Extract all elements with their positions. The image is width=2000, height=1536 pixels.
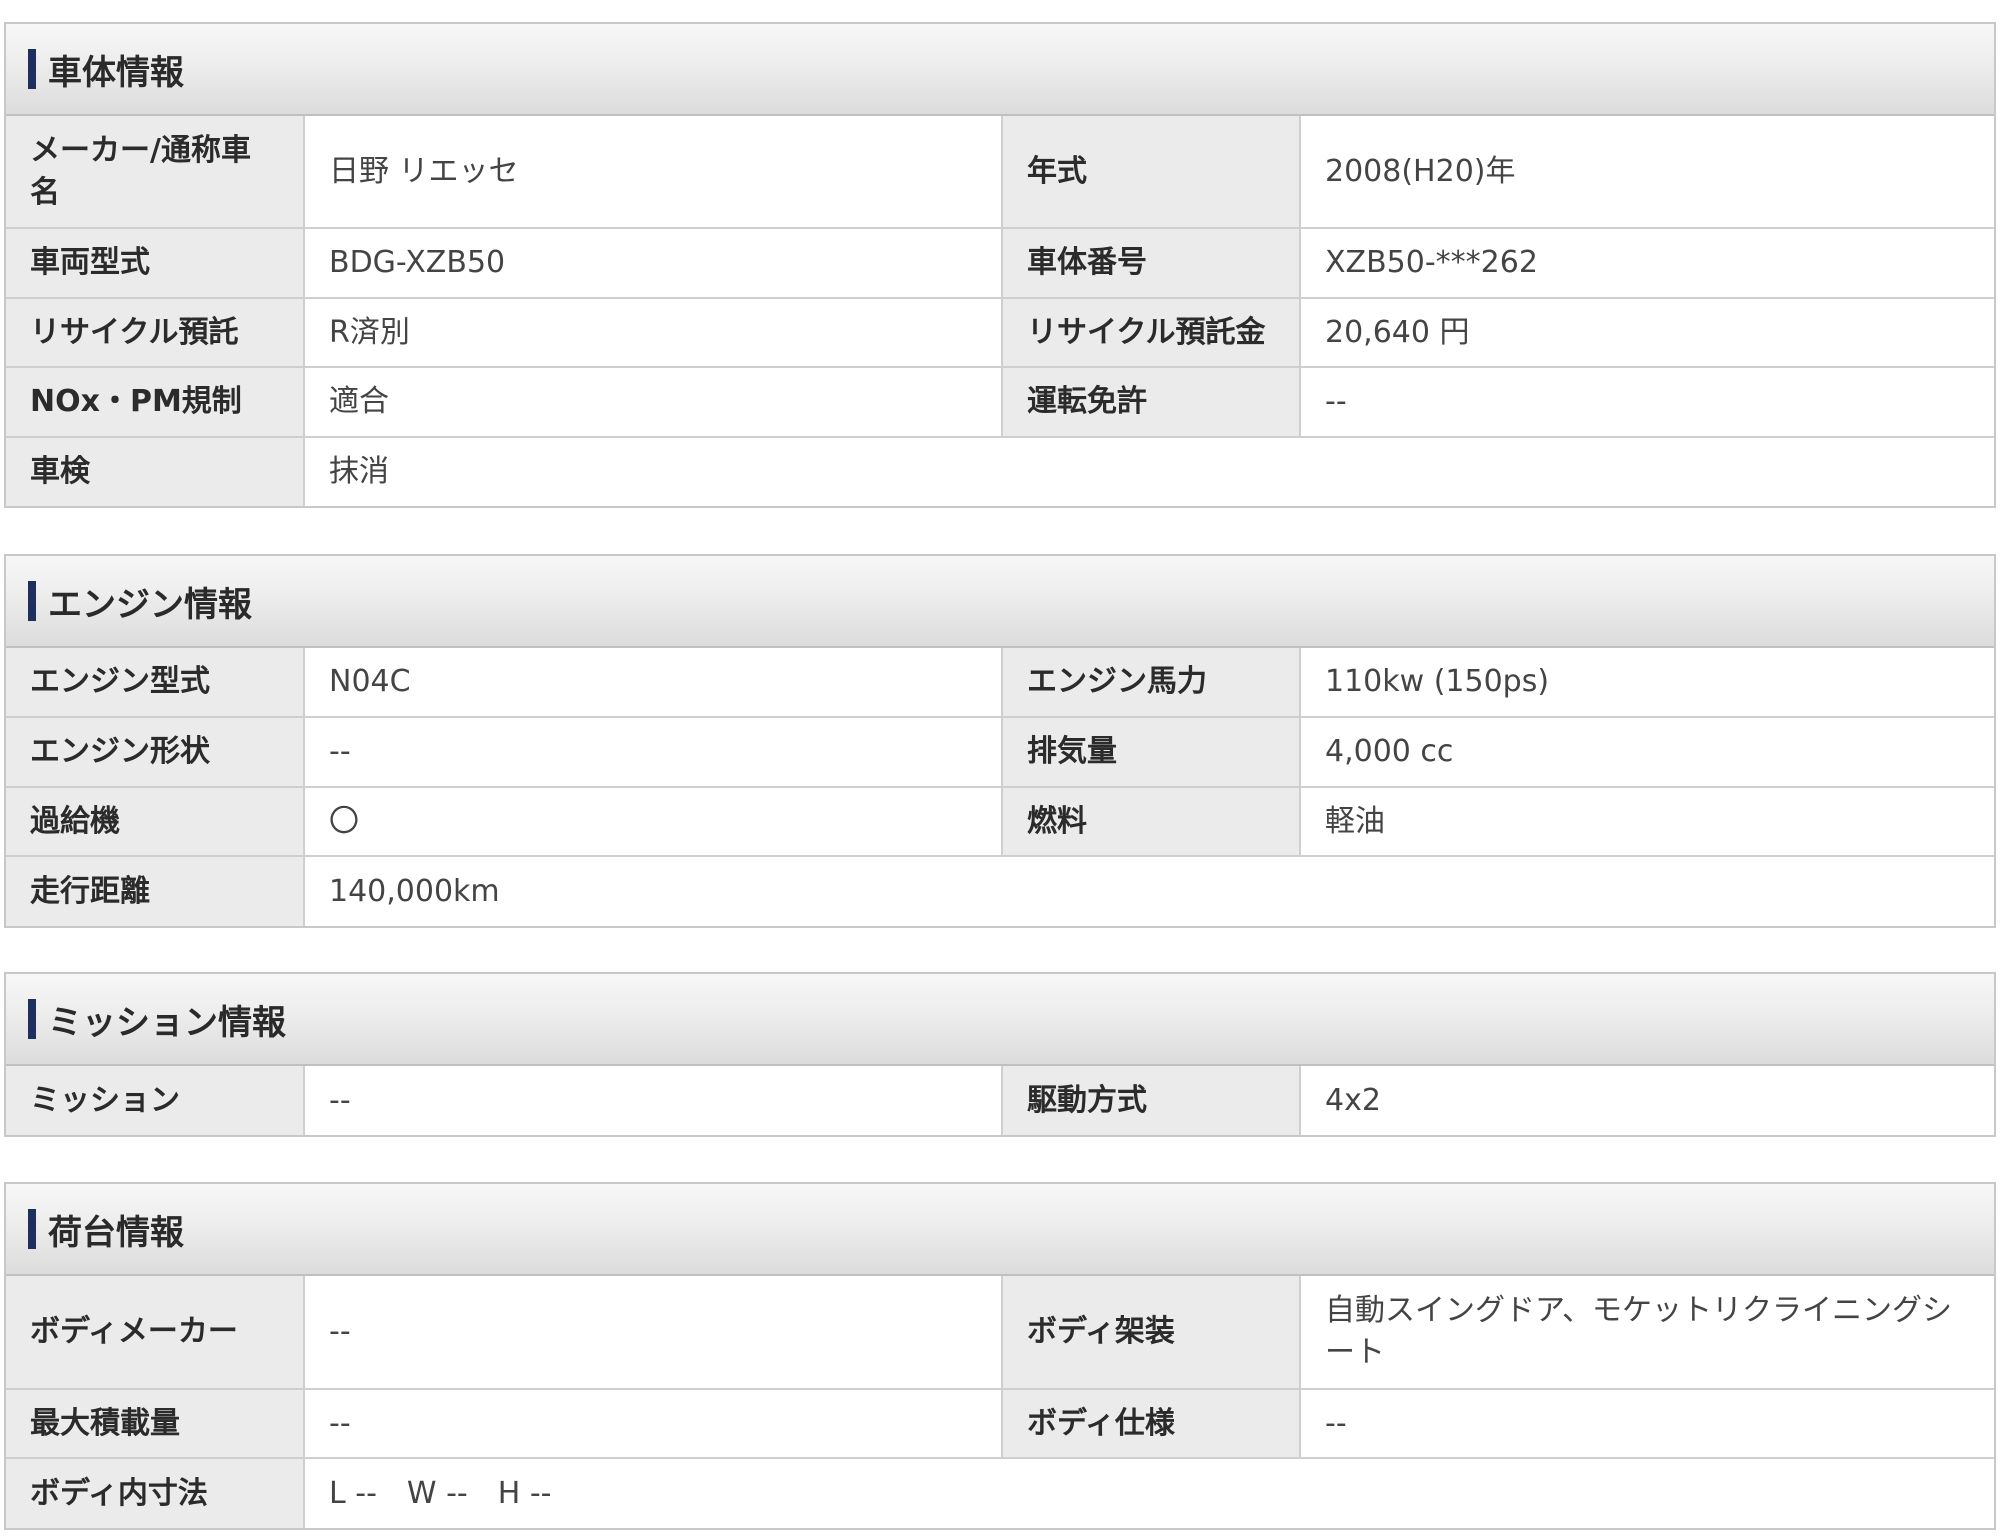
spec-label: エンジン馬力 xyxy=(1002,648,1301,717)
spec-label: ボディ架装 xyxy=(1002,1276,1301,1389)
spec-label: 走行距離 xyxy=(6,855,305,926)
spec-value: 〇 xyxy=(304,786,1003,856)
spec-value: -- xyxy=(304,1276,1003,1389)
spec-value: 110kw (150ps) xyxy=(1300,648,1994,717)
spec-label: 燃料 xyxy=(1002,786,1301,856)
spec-label: エンジン型式 xyxy=(6,648,305,717)
spec-table: エンジン型式 N04C エンジン馬力 110kw (150ps) エンジン形状 … xyxy=(6,648,1994,926)
spec-label: メーカー/通称車名 xyxy=(6,116,305,228)
spec-value: 20,640 円 xyxy=(1300,297,1994,367)
section-title: ミッション情報 xyxy=(48,1002,286,1043)
section-header: ミッション情報 xyxy=(6,974,1994,1066)
spec-value: BDG-XZB50 xyxy=(304,227,1003,298)
header-accent-bar xyxy=(28,49,36,89)
spec-value: 4,000 cc xyxy=(1300,716,1994,787)
spec-value: 自動スイングドア、モケットリクライニングシート xyxy=(1300,1276,1994,1389)
spec-label: NOx・PM規制 xyxy=(6,366,305,437)
spec-value: N04C xyxy=(304,648,1003,717)
section-header: エンジン情報 xyxy=(6,556,1994,648)
spec-value: -- xyxy=(304,1066,1003,1135)
spec-value: -- xyxy=(304,1388,1003,1458)
header-accent-bar xyxy=(28,999,36,1039)
spec-value: 4x2 xyxy=(1300,1066,1994,1135)
spec-label: リサイクル預託金 xyxy=(1002,297,1301,367)
spec-label: ボディメーカー xyxy=(6,1276,305,1389)
spec-label: 車検 xyxy=(6,436,305,506)
table-row: エンジン型式 N04C エンジン馬力 110kw (150ps) xyxy=(6,648,1994,717)
section-engine-info: エンジン情報 エンジン型式 N04C エンジン馬力 110kw (150ps) … xyxy=(4,554,1996,928)
section-header: 車体情報 xyxy=(6,24,1994,116)
spec-value: L -- W -- H -- xyxy=(304,1457,1994,1528)
spec-value: -- xyxy=(1300,366,1994,437)
table-row: メーカー/通称車名 日野 リエッセ 年式 2008(H20)年 xyxy=(6,116,1994,228)
spec-label: 運転免許 xyxy=(1002,366,1301,437)
section-title: 車体情報 xyxy=(48,52,184,93)
spec-label: 最大積載量 xyxy=(6,1388,305,1458)
spec-label: 年式 xyxy=(1002,116,1301,228)
section-transmission-info: ミッション情報 ミッション -- 駆動方式 4x2 xyxy=(4,972,1996,1137)
spec-value: 2008(H20)年 xyxy=(1300,116,1994,228)
spec-label: 排気量 xyxy=(1002,716,1301,787)
table-row: エンジン形状 -- 排気量 4,000 cc xyxy=(6,716,1994,787)
table-row: 最大積載量 -- ボディ仕様 -- xyxy=(6,1388,1994,1458)
spec-value: -- xyxy=(1300,1388,1994,1458)
spec-value: XZB50-***262 xyxy=(1300,227,1994,298)
spec-value: 140,000km xyxy=(304,855,1994,926)
spec-table: ボディメーカー -- ボディ架装 自動スイングドア、モケットリクライニングシート… xyxy=(6,1276,1994,1528)
table-row: リサイクル預託 R済別 リサイクル預託金 20,640 円 xyxy=(6,297,1994,367)
spec-label: リサイクル預託 xyxy=(6,297,305,367)
spec-value: 適合 xyxy=(304,366,1003,437)
spec-table: メーカー/通称車名 日野 リエッセ 年式 2008(H20)年 車両型式 BDG… xyxy=(6,116,1994,506)
section-cargo-info: 荷台情報 ボディメーカー -- ボディ架装 自動スイングドア、モケットリクライニ… xyxy=(4,1182,1996,1530)
table-row: ボディメーカー -- ボディ架装 自動スイングドア、モケットリクライニングシート xyxy=(6,1276,1994,1389)
spec-value: 日野 リエッセ xyxy=(304,116,1003,228)
spec-label: 過給機 xyxy=(6,786,305,856)
spec-label: ボディ内寸法 xyxy=(6,1457,305,1528)
table-row: 車検 抹消 xyxy=(6,436,1994,506)
spec-value: R済別 xyxy=(304,297,1003,367)
table-row: 走行距離 140,000km xyxy=(6,855,1994,926)
spec-value: -- xyxy=(304,716,1003,787)
header-accent-bar xyxy=(28,581,36,621)
spec-value: 軽油 xyxy=(1300,786,1994,856)
section-body-info: 車体情報 メーカー/通称車名 日野 リエッセ 年式 2008(H20)年 車両型… xyxy=(4,22,1996,508)
spec-label: 駆動方式 xyxy=(1002,1066,1301,1135)
section-title: エンジン情報 xyxy=(48,584,252,625)
table-row: ボディ内寸法 L -- W -- H -- xyxy=(6,1457,1994,1528)
table-row: 車両型式 BDG-XZB50 車体番号 XZB50-***262 xyxy=(6,227,1994,298)
spec-value: 抹消 xyxy=(304,436,1994,506)
spec-table: ミッション -- 駆動方式 4x2 xyxy=(6,1066,1994,1135)
table-row: 過給機 〇 燃料 軽油 xyxy=(6,786,1994,856)
spec-label: エンジン形状 xyxy=(6,716,305,787)
header-accent-bar xyxy=(28,1209,36,1249)
spec-label: ミッション xyxy=(6,1066,305,1135)
spec-label: 車両型式 xyxy=(6,227,305,298)
spec-label: ボディ仕様 xyxy=(1002,1388,1301,1458)
spec-label: 車体番号 xyxy=(1002,227,1301,298)
table-row: ミッション -- 駆動方式 4x2 xyxy=(6,1066,1994,1135)
section-title: 荷台情報 xyxy=(48,1212,184,1253)
table-row: NOx・PM規制 適合 運転免許 -- xyxy=(6,366,1994,437)
section-header: 荷台情報 xyxy=(6,1184,1994,1276)
